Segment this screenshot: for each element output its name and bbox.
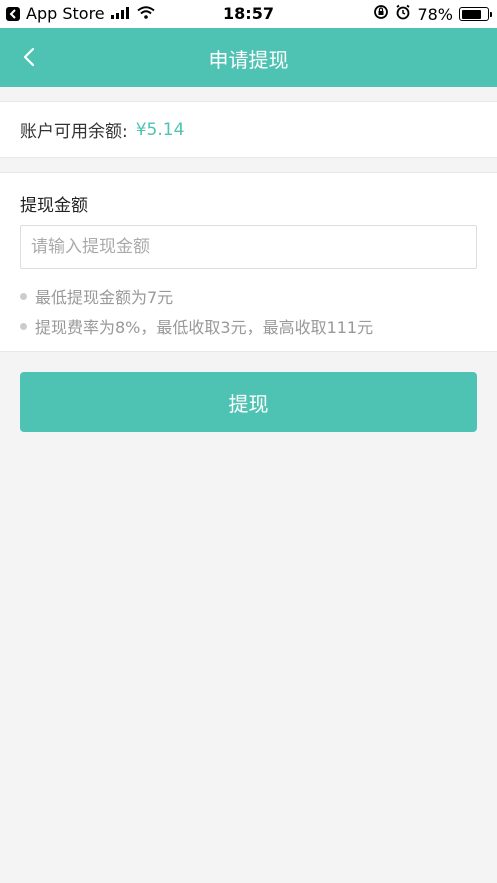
tip-min-amount: 最低提现金额为7元	[35, 288, 174, 307]
status-bar: App Store 18:57 78%	[0, 0, 497, 28]
bullet-icon	[20, 322, 27, 330]
rotation-lock-icon	[373, 4, 389, 24]
balance-label: 账户可用余额:	[20, 122, 128, 142]
battery-percent: 78%	[417, 4, 453, 24]
amount-label: 提现金额	[20, 196, 88, 216]
balance-card: 账户可用余额: ¥5.14	[0, 101, 497, 158]
tip-fee-rate: 提现费率为8%，最低收取3元，最高收取111元	[35, 318, 374, 337]
tip-item: 最低提现金额为7元	[20, 281, 373, 311]
page-title: 申请提现	[208, 48, 289, 72]
balance-value: ¥5.14	[135, 119, 185, 140]
bullet-icon	[20, 292, 27, 300]
withdraw-form: 提现金额 最低提现金额为7元 提现费率为8%，最低收取3元，最高收取111元	[0, 172, 497, 352]
status-bar-right: 78%	[373, 4, 492, 24]
alarm-icon	[395, 4, 411, 24]
nav-bar: 申请提现	[0, 28, 497, 87]
tip-item: 提现费率为8%，最低收取3元，最高收取111元	[20, 311, 373, 341]
battery-icon	[459, 7, 492, 21]
withdraw-button[interactable]: 提现	[20, 372, 477, 432]
tips-list: 最低提现金额为7元 提现费率为8%，最低收取3元，最高收取111元	[20, 281, 373, 341]
amount-input[interactable]	[20, 225, 477, 269]
